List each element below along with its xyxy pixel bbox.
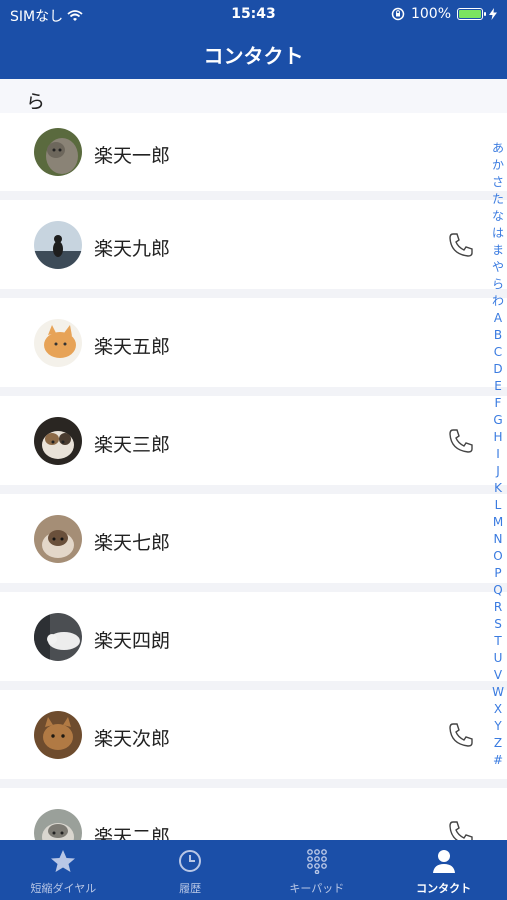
contact-row[interactable]: 楽天二郎 <box>0 788 507 840</box>
tab-label: コンタクト <box>416 882 472 895</box>
index-letter[interactable]: E <box>489 378 507 395</box>
phone-icon[interactable] <box>448 232 474 258</box>
avatar <box>34 808 82 840</box>
index-letter[interactable]: V <box>489 667 507 684</box>
charging-bolt-icon <box>489 8 497 20</box>
index-letter[interactable]: M <box>489 514 507 531</box>
contact-row[interactable]: 楽天七郎 <box>0 494 507 583</box>
index-letter[interactable]: H <box>489 429 507 446</box>
contact-row[interactable]: 楽天四朗 <box>0 592 507 681</box>
keypad-icon <box>306 849 327 874</box>
avatar <box>34 128 82 176</box>
index-letter[interactable]: R <box>489 599 507 616</box>
contact-row[interactable]: 楽天三郎 <box>0 396 507 485</box>
contact-row[interactable]: 楽天五郎 <box>0 298 507 387</box>
contact-name: 楽天九郎 <box>94 237 171 260</box>
index-letter[interactable]: O <box>489 548 507 565</box>
tab-label: 履歴 <box>179 882 202 895</box>
index-letter[interactable]: W <box>489 684 507 701</box>
tab-label: キーパッド <box>289 882 345 895</box>
index-letter[interactable]: B <box>489 327 507 344</box>
index-letter[interactable]: X <box>489 701 507 718</box>
section-header-label: ら <box>26 91 46 113</box>
avatar <box>34 710 82 759</box>
index-letter[interactable]: F <box>489 395 507 412</box>
index-letter[interactable]: A <box>489 310 507 327</box>
index-letter[interactable]: Y <box>489 718 507 735</box>
index-letter[interactable]: た <box>489 191 507 208</box>
index-letter[interactable]: T <box>489 633 507 650</box>
tab-contacts[interactable]: コンタクト <box>380 840 507 900</box>
tab-history[interactable]: 履歴 <box>127 840 254 900</box>
phone-icon[interactable] <box>448 820 474 841</box>
index-letter[interactable]: ら <box>489 276 507 293</box>
index-letter[interactable]: P <box>489 565 507 582</box>
index-letter[interactable]: N <box>489 531 507 548</box>
phone-icon[interactable] <box>448 428 474 454</box>
index-letter[interactable]: # <box>489 752 507 769</box>
index-letter[interactable]: I <box>489 446 507 463</box>
index-letter[interactable]: あ <box>489 140 507 157</box>
tab-label: 短縮ダイヤル <box>30 882 97 895</box>
index-letter[interactable]: S <box>489 616 507 633</box>
index-letter[interactable]: L <box>489 497 507 514</box>
index-letter[interactable]: や <box>489 259 507 276</box>
orientation-lock-icon <box>391 7 405 21</box>
status-right: 100% <box>391 6 497 22</box>
contact-name: 楽天三郎 <box>94 433 171 456</box>
person-icon <box>432 850 455 873</box>
index-letter[interactable]: Z <box>489 735 507 752</box>
section-index-bar[interactable]: あかさたなはまやらわ A B C D E F G H I J K L M N O P Q R S T U V W X Y Z # <box>489 140 507 769</box>
index-letter[interactable]: C <box>489 344 507 361</box>
contact-name: 楽天次郎 <box>94 727 171 750</box>
contact-row[interactable]: 楽天次郎 <box>0 690 507 779</box>
status-bar: SIMなし 15:43 100% <box>0 0 507 28</box>
section-header: ら <box>0 79 507 113</box>
avatar <box>34 514 82 563</box>
index-letter[interactable]: わ <box>489 293 507 310</box>
page-title: コンタクト <box>203 44 304 68</box>
avatar <box>34 416 82 465</box>
clock-icon <box>179 850 202 872</box>
avatar <box>34 318 82 367</box>
battery-icon <box>457 8 486 20</box>
index-letter[interactable]: ま <box>489 242 507 259</box>
contact-row[interactable]: 楽天九郎 <box>0 200 507 289</box>
index-letter[interactable]: Q <box>489 582 507 599</box>
phone-icon[interactable] <box>448 722 474 748</box>
contact-name: 楽天二郎 <box>94 825 171 841</box>
index-letter[interactable]: D <box>489 361 507 378</box>
contact-row[interactable]: 楽天一郎 <box>0 113 507 191</box>
battery-percentage: 100% <box>410 6 451 22</box>
contact-list[interactable]: 楽天一郎 楽天九郎 楽天五郎 楽天三郎 楽天七郎 楽天四朗 楽天次郎 楽天二郎 <box>0 113 507 840</box>
index-letter[interactable]: U <box>489 650 507 667</box>
tab-keypad[interactable]: キーパッド <box>254 840 381 900</box>
index-letter[interactable]: は <box>489 225 507 242</box>
contact-name: 楽天五郎 <box>94 335 171 358</box>
index-letter[interactable]: か <box>489 157 507 174</box>
index-letter[interactable]: K <box>489 480 507 497</box>
index-letter[interactable]: な <box>489 208 507 225</box>
avatar <box>34 612 82 661</box>
tab-bar: 短縮ダイヤル 履歴 キーパッド コンタクト <box>0 840 507 900</box>
top-bar: SIMなし 15:43 100% コンタクト <box>0 0 507 79</box>
index-letter[interactable]: G <box>489 412 507 429</box>
tab-speed-dial[interactable]: 短縮ダイヤル <box>0 840 127 900</box>
contact-name: 楽天四朗 <box>94 629 171 652</box>
index-letter[interactable]: J <box>489 463 507 480</box>
index-letter[interactable]: さ <box>489 174 507 191</box>
avatar <box>34 220 82 269</box>
contact-name: 楽天七郎 <box>94 531 171 554</box>
contact-name: 楽天一郎 <box>94 145 171 167</box>
star-icon <box>51 850 76 872</box>
